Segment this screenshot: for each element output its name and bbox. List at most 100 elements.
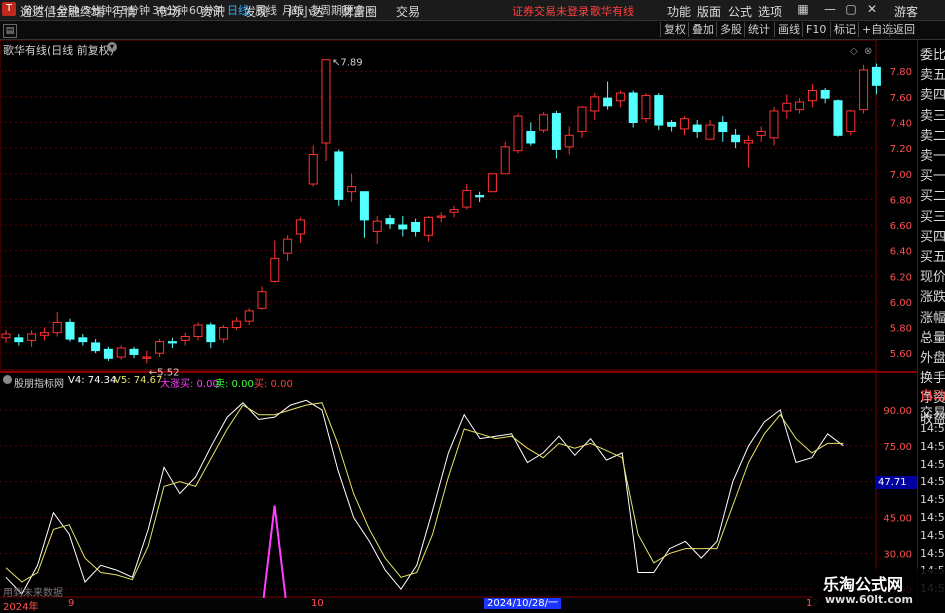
indicator-line-v4 [5,399,844,595]
statistics-button[interactable]: 统计 [744,22,773,37]
trade-time-6: 14:56 [920,528,945,542]
candle-body [334,151,344,200]
candle-body [731,134,741,143]
draw-line-button[interactable]: 画线 [774,22,803,37]
period-tab-60min[interactable]: 60分钟 [189,2,225,18]
period-tab-more[interactable]: 更多 [343,2,365,18]
toolbar-toggle-icon[interactable]: ▤ [3,24,17,38]
multi-stock-button[interactable]: 多股 [716,22,745,37]
menu-layout[interactable]: 版面 [697,3,721,20]
indicator-menu-icon[interactable] [3,375,12,384]
trade-login-notice[interactable]: 证券交易未登录 [512,3,589,19]
date-month-9: 9 [68,598,75,609]
period-tab-daily[interactable]: 日线 [227,2,249,18]
candle-body [167,341,177,344]
candle-body [705,124,715,140]
overlay-button[interactable]: 叠加 [688,22,717,37]
chart-menu-icon[interactable]: ▾ [107,42,117,52]
price-panel-frame [0,40,877,371]
indicator-tick-label: 75.00 [883,442,912,453]
candle-body [308,154,318,185]
mark-button[interactable]: 标记 [830,22,859,37]
period-tab-multi[interactable]: 多周期 [309,2,342,18]
indicator-v4-value: V4: 74.34 [68,375,117,386]
candle-body [347,186,357,193]
period-tab-15min[interactable]: 15分钟 [114,2,150,18]
candle-body [564,134,574,148]
candle-body [116,347,126,358]
candle-body [820,89,830,99]
period-tab-weekly[interactable]: 周线 [255,2,277,18]
quote-label-16: 换手 [920,371,945,387]
candle-body [859,69,869,111]
candle-body [615,92,625,102]
candle-body [871,66,881,86]
quote-label-13: 涨幅 [920,310,945,326]
candle-body [219,327,229,340]
date-cursor-label: 2024/10/28/一 [484,598,562,609]
price-tick-label: 5.60 [890,349,912,360]
menu-trade[interactable]: 交易 [396,3,420,20]
price-axis-labels: 5.60 5.80 6.00 6.20 6.40 6.60 6.80 7.00 7.20 7.40… [890,67,912,360]
period-tab-30min[interactable]: 30分钟 [152,2,188,18]
price-tick-label: 6.80 [890,195,912,206]
price-tick-label: 6.00 [890,298,912,309]
period-tab-1min[interactable]: 1分钟 [50,2,79,18]
quote-label-3: 卖三 [920,108,945,124]
price-tick-label: 7.80 [890,67,912,78]
kline-chart[interactable]: 5.60 5.80 6.00 6.20 6.40 6.60 6.80 7.00 7.20 7.40… [0,40,917,609]
period-tab-monthly[interactable]: 月线 [282,2,304,18]
candle-body [679,118,689,130]
back-button[interactable]: 返回 [889,22,918,37]
side-tab-1[interactable]: 交易 [920,402,945,421]
quote-label-2: 卖四 [920,88,945,104]
menu-formula[interactable]: 公式 [728,3,752,20]
date-axis-bar [0,598,876,609]
minimize-icon[interactable]: — [822,2,838,16]
indicator-gridlines [0,409,876,590]
maximize-icon[interactable]: ▢ [843,2,859,16]
indicator-bigbuy-value: 大涨买: 0.00 [160,379,219,390]
price-tick-label: 6.20 [890,272,912,283]
quote-label-11: 现价 [920,270,945,286]
quote-label-1: 卖五 [920,68,945,84]
chevron-right-icon[interactable]: › [367,2,371,15]
candle-body [103,348,113,359]
candle-body [155,341,165,354]
period-tab-5min[interactable]: 5分钟 [83,2,112,18]
candle-body [244,310,254,322]
indicator-buy-value: 买: 0.00 [254,379,293,390]
candle-body [180,336,190,341]
grid-icon[interactable]: ▦ [795,2,811,16]
candle-body [283,238,293,254]
quote-label-15: 外盘 [920,351,945,366]
panel-close-icon[interactable]: ⊗ [864,46,872,57]
f10-button[interactable]: F10 [802,22,829,37]
candle-body [257,291,267,309]
user-guest[interactable]: 游客 [894,3,918,20]
candle-body [590,96,600,112]
candle-body [551,113,561,150]
menu-options[interactable]: 选项 [758,3,782,20]
candle-body [807,89,817,102]
candle-body [487,173,497,193]
close-icon[interactable]: ✕ [864,2,880,16]
candle-body [756,130,766,136]
candle-body [411,221,421,232]
candle-body [603,97,613,107]
quote-label-5: 卖一 [920,149,945,164]
trade-time-4: 14:56 [920,493,945,507]
price-tick-label: 7.20 [890,144,912,155]
indicator-lines [5,399,844,595]
period-tab-intraday[interactable]: 分时 [22,2,44,18]
adjust-price-button[interactable]: 复权 [660,22,689,37]
trade-time-7: 14:56 [920,546,945,560]
menu-functions[interactable]: 功能 [667,3,691,20]
watermark-title: 乐淘公式网 [823,575,904,594]
candle-body [628,92,638,123]
settings-diamond-icon[interactable]: ◇ [850,46,858,57]
candle-body [270,257,280,282]
candlesticks[interactable] [1,59,881,364]
trade-time-0: 14:56 [920,422,945,435]
quote-label-9: 买四 [920,229,945,245]
